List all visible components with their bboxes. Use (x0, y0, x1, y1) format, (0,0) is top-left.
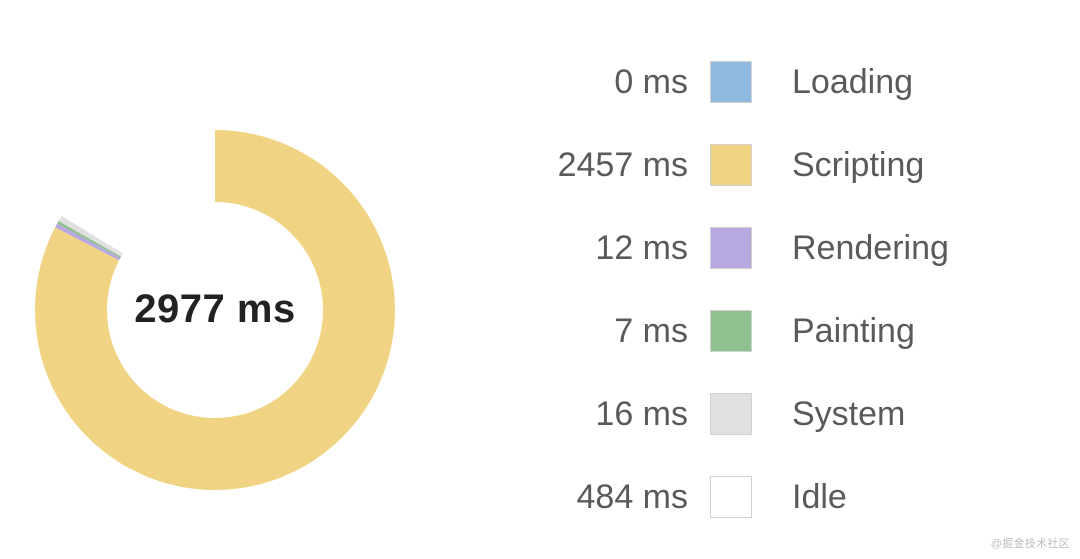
legend-value: 484 ms (520, 478, 710, 517)
legend-row-loading: 0 ms Loading (520, 41, 1020, 124)
legend-row-system: 16 ms System (520, 373, 1020, 456)
legend-row-idle: 484 ms Idle (520, 456, 1020, 539)
legend-label: System (752, 395, 905, 434)
legend-value: 12 ms (520, 229, 710, 268)
legend-label: Loading (752, 63, 913, 102)
legend-row-painting: 7 ms Painting (520, 290, 1020, 373)
timing-donut-chart: 2977 ms (0, 0, 430, 559)
watermark-text: @掘金技术社区 (991, 535, 1070, 551)
legend-swatch (710, 476, 752, 518)
legend-label: Idle (752, 478, 847, 517)
legend-swatch (710, 310, 752, 352)
legend-swatch (710, 227, 752, 269)
donut-svg (35, 130, 395, 490)
legend-label: Painting (752, 312, 915, 351)
legend-value: 16 ms (520, 395, 710, 434)
legend-row-rendering: 12 ms Rendering (520, 207, 1020, 290)
legend-swatch (710, 144, 752, 186)
legend-value: 7 ms (520, 312, 710, 351)
legend-label: Scripting (752, 146, 924, 185)
legend-swatch (710, 61, 752, 103)
donut-wrap: 2977 ms (35, 130, 395, 490)
legend-row-scripting: 2457 ms Scripting (520, 124, 1020, 207)
legend-value: 2457 ms (520, 146, 710, 185)
timing-legend: 0 ms Loading 2457 ms Scripting 12 ms Renderin… (430, 21, 1080, 539)
legend-value: 0 ms (520, 63, 710, 102)
legend-label: Rendering (752, 229, 949, 268)
legend-swatch (710, 393, 752, 435)
